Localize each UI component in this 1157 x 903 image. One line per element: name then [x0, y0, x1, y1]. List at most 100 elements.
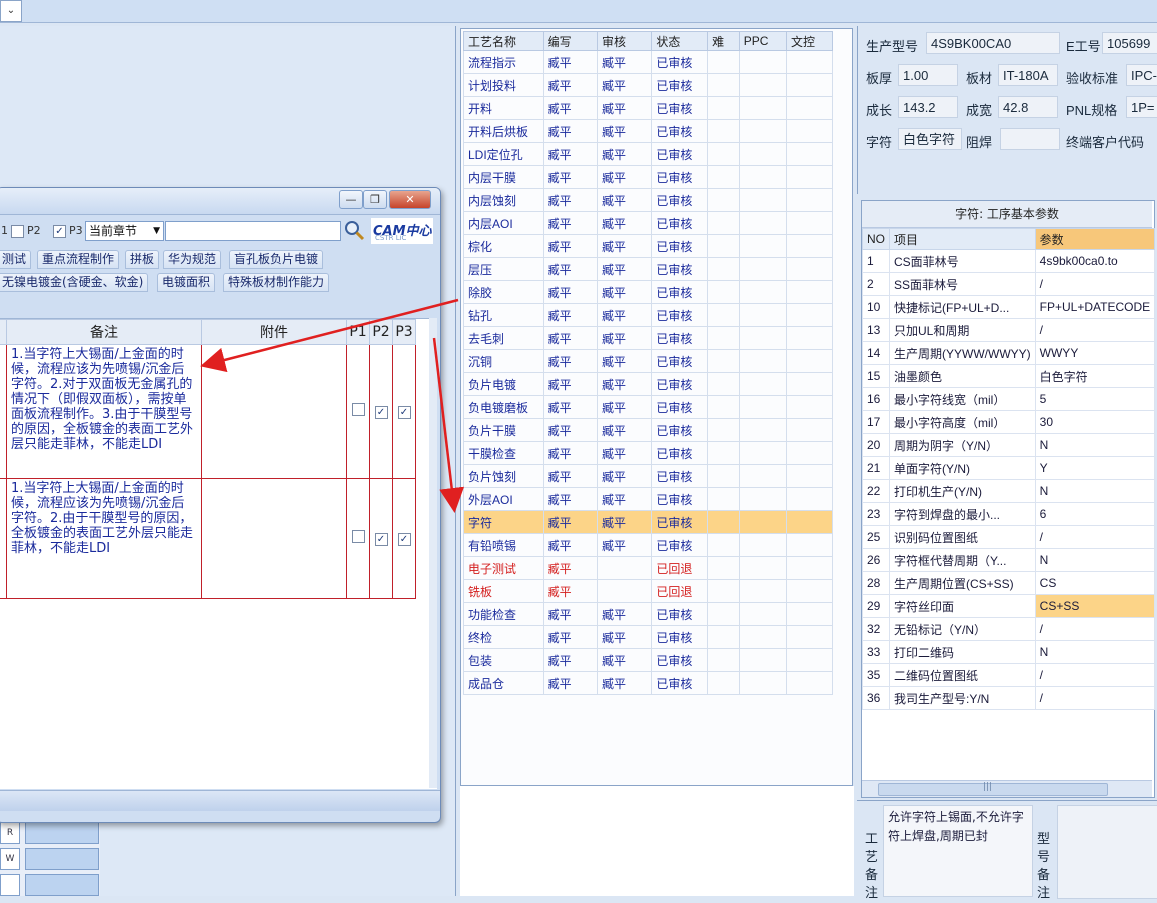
param-cell-value[interactable]: /: [1034, 272, 1156, 296]
params-hscrollbar[interactable]: |||: [862, 780, 1152, 797]
param-row[interactable]: 2 SS面菲林号 /: [862, 272, 1156, 296]
process-row[interactable]: 计划投料 臧平 臧平 已审核: [463, 73, 833, 97]
process-col-header[interactable]: 文控: [786, 31, 833, 51]
process-row[interactable]: 成品仓 臧平 臧平 已审核: [463, 671, 833, 695]
material-field[interactable]: IT-180A: [998, 64, 1058, 86]
param-cell-value[interactable]: FP+UL+DATECODE: [1034, 295, 1156, 319]
process-row[interactable]: 钻孔 臧平 臧平 已审核: [463, 303, 833, 327]
param-row[interactable]: 22 打印机生产(Y/N) N: [862, 479, 1156, 503]
left-action-button-2[interactable]: [25, 848, 99, 870]
thickness-field[interactable]: 1.00: [898, 64, 958, 86]
process-col-header[interactable]: 编写: [542, 31, 599, 51]
dropdown-toggle[interactable]: ⌄: [0, 0, 22, 22]
tab-plating-area[interactable]: 电镀面积: [157, 273, 216, 292]
param-cell-value[interactable]: N: [1034, 548, 1156, 572]
col-no[interactable]: NO: [862, 228, 890, 250]
small-button-w[interactable]: W: [0, 848, 20, 870]
attachment-cell[interactable]: [201, 344, 347, 479]
process-row[interactable]: 棕化 臧平 臧平 已审核: [463, 234, 833, 258]
process-row[interactable]: 包装 臧平 臧平 已审核: [463, 648, 833, 672]
param-row[interactable]: 15 油墨颜色 白色字符: [862, 364, 1156, 388]
pnl-field[interactable]: 1P=: [1126, 96, 1157, 118]
process-row[interactable]: 开料 臧平 臧平 已审核: [463, 96, 833, 120]
notes-vscrollbar[interactable]: [429, 318, 437, 788]
process-row[interactable]: LDI定位孔 臧平 臧平 已审核: [463, 142, 833, 166]
param-cell-value[interactable]: WWYY: [1034, 341, 1156, 365]
param-cell-value[interactable]: Y: [1034, 456, 1156, 480]
param-cell-value[interactable]: N: [1034, 640, 1156, 664]
param-row[interactable]: 35 二维码位置图纸 /: [862, 663, 1156, 687]
col-note[interactable]: 备注: [6, 319, 202, 345]
param-row[interactable]: 13 只加UL和周期 /: [862, 318, 1156, 342]
process-row[interactable]: 终检 臧平 臧平 已审核: [463, 625, 833, 649]
param-row[interactable]: 20 周期为阴字（Y/N） N: [862, 433, 1156, 457]
param-row[interactable]: 10 快捷标记(FP+UL+D... FP+UL+DATECODE: [862, 295, 1156, 319]
tab-panelization[interactable]: 拼板: [125, 250, 160, 269]
param-cell-value[interactable]: /: [1034, 663, 1156, 687]
tab-key-flow[interactable]: 重点流程制作: [37, 250, 120, 269]
col-param[interactable]: 参数: [1034, 228, 1156, 250]
param-cell-value[interactable]: /: [1034, 686, 1156, 710]
tab-huawei-spec[interactable]: 华为规范: [163, 250, 222, 269]
param-row[interactable]: 1 CS面菲林号 4s9bk00ca0.to: [862, 249, 1156, 273]
process-row[interactable]: 层压 臧平 臧平 已审核: [463, 257, 833, 281]
param-row[interactable]: 25 识别码位置图纸 /: [862, 525, 1156, 549]
process-row[interactable]: 有铅喷锡 臧平 臧平 已审核: [463, 533, 833, 557]
param-row[interactable]: 14 生产周期(YYWW/WWYY) WWYY: [862, 341, 1156, 365]
process-row[interactable]: 电子测试 臧平 已回退: [463, 556, 833, 580]
filter-p3-checkbox[interactable]: ✓: [53, 225, 66, 238]
process-row[interactable]: 开料后烘板 臧平 臧平 已审核: [463, 119, 833, 143]
process-row[interactable]: 负电镀磨板 臧平 臧平 已审核: [463, 395, 833, 419]
process-row[interactable]: 铣板 臧平 已回退: [463, 579, 833, 603]
attachment-cell[interactable]: [201, 478, 347, 599]
process-row[interactable]: 去毛刺 臧平 臧平 已审核: [463, 326, 833, 350]
restore-button[interactable]: ❐: [363, 190, 387, 209]
param-cell-value[interactable]: 6: [1034, 502, 1156, 526]
process-row[interactable]: 外层AOI 臧平 臧平 已审核: [463, 487, 833, 511]
length-field[interactable]: 143.2: [898, 96, 958, 118]
hscroll-thumb[interactable]: |||: [878, 782, 1108, 796]
param-cell-value[interactable]: CS+SS: [1034, 594, 1156, 618]
search-input[interactable]: [165, 221, 341, 241]
param-cell-value[interactable]: 白色字符: [1034, 364, 1156, 388]
minimize-button[interactable]: —: [339, 190, 363, 209]
col-p1[interactable]: P1: [346, 319, 370, 345]
col-item[interactable]: 项目: [889, 228, 1036, 250]
col-p2[interactable]: P2: [369, 319, 393, 345]
process-col-header[interactable]: 状态: [651, 31, 709, 51]
process-row[interactable]: 负片蚀刻 臧平 臧平 已审核: [463, 464, 833, 488]
eno-field[interactable]: 105699: [1102, 32, 1157, 54]
model-note-text[interactable]: [1057, 805, 1157, 899]
process-col-header[interactable]: 审核: [597, 31, 653, 51]
process-row[interactable]: 干膜检查 臧平 臧平 已审核: [463, 441, 833, 465]
param-cell-value[interactable]: N: [1034, 433, 1156, 457]
tab-blind-hole[interactable]: 盲孔板负片电镀: [229, 250, 324, 269]
param-row[interactable]: 16 最小字符线宽（mil） 5: [862, 387, 1156, 411]
process-row[interactable]: 流程指示 臧平 臧平 已审核: [463, 50, 833, 74]
param-cell-value[interactable]: 5: [1034, 387, 1156, 411]
param-row[interactable]: 33 打印二维码 N: [862, 640, 1156, 664]
col-attachment[interactable]: 附件: [201, 319, 347, 345]
left-action-button-3[interactable]: [25, 874, 99, 896]
small-button-r[interactable]: R: [0, 822, 20, 844]
param-cell-value[interactable]: /: [1034, 318, 1156, 342]
param-cell-value[interactable]: N: [1034, 479, 1156, 503]
mask-field[interactable]: [1000, 128, 1060, 150]
dialog-titlebar[interactable]: — ❐ ✕: [0, 188, 440, 215]
process-row[interactable]: 沉铜 臧平 臧平 已审核: [463, 349, 833, 373]
col-p3[interactable]: P3: [392, 319, 416, 345]
small-button-3[interactable]: [0, 874, 20, 896]
process-note-text[interactable]: 允许字符上锡面,不允许字符上焊盘,周期已封: [883, 805, 1033, 897]
param-row[interactable]: 23 字符到焊盘的最小... 6: [862, 502, 1156, 526]
param-row[interactable]: 36 我司生产型号:Y/N /: [862, 686, 1156, 710]
process-col-header[interactable]: 难: [707, 31, 740, 51]
param-row[interactable]: 28 生产周期位置(CS+SS) CS: [862, 571, 1156, 595]
param-row[interactable]: 26 字符框代替周期（Y... N: [862, 548, 1156, 572]
process-row[interactable]: 内层AOI 臧平 臧平 已审核: [463, 211, 833, 235]
close-button[interactable]: ✕: [389, 190, 431, 209]
param-cell-value[interactable]: 4s9bk00ca0.to: [1034, 249, 1156, 273]
param-cell-value[interactable]: /: [1034, 525, 1156, 549]
process-row[interactable]: 字符 臧平 臧平 已审核: [463, 510, 833, 534]
standard-field[interactable]: IPC-: [1126, 64, 1157, 86]
note-row[interactable]: 1.当字符上大锡面/上金面的时候，流程应该为先喷锡/沉金后字符。2.对于双面板无…: [0, 344, 416, 479]
